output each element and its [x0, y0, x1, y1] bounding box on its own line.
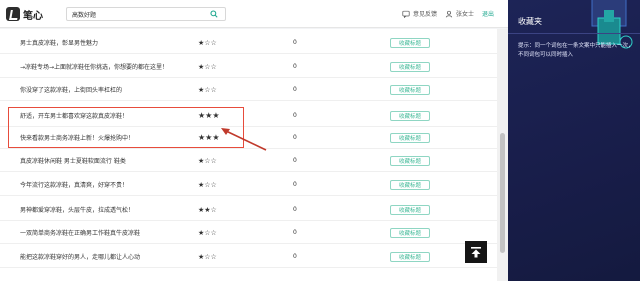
table-row: 今年流行这款凉鞋，真清爽，好穿不贵！ ★☆☆ 0 收藏标题 — [0, 174, 497, 196]
collect-title-button[interactable]: 收藏标题 — [390, 227, 430, 238]
highlight-box — [8, 107, 244, 148]
favorites-title: 收藏夹 — [518, 17, 542, 26]
row-title: 能把这款凉鞋穿好的男人，走哪儿都让人心动 — [20, 254, 141, 261]
row-rating: ★☆☆ — [198, 252, 217, 261]
row-title: 今年流行这款凉鞋，真清爽，好穿不贵！ — [20, 182, 129, 189]
row-rating: ★☆☆ — [198, 180, 217, 189]
table-row: →凉鞋专场→上面就凉鞋任你挑选，你想要的都在这里！ ★☆☆ 0 收藏标题 — [0, 56, 497, 78]
collect-title-button[interactable]: 收藏标题 — [390, 179, 430, 190]
row-count: 0 — [293, 134, 297, 141]
table-row: 男神都爱穿凉鞋，头层牛皮，拉成透气松！ ★★☆ 0 收藏标题 — [0, 199, 497, 221]
search-box — [66, 7, 226, 21]
row-rating: ★☆☆ — [198, 228, 217, 237]
table-row: 男士真皮凉鞋，彰显男性魅力 ★☆☆ 0 收藏标题 — [0, 32, 497, 54]
row-title: 你没穿了这款凉鞋，上街回头率杠杠的 — [20, 87, 123, 94]
collect-title-button[interactable]: 收藏标题 — [390, 204, 430, 215]
scrollbar[interactable] — [497, 29, 508, 281]
row-rating: ★☆☆ — [198, 156, 217, 165]
favorites-divider — [508, 33, 640, 34]
message-icon — [402, 10, 410, 18]
search-icon — [210, 10, 218, 18]
feedback-label: 意见反馈 — [412, 11, 437, 18]
row-rating: ★☆☆ — [198, 85, 217, 94]
logo-text: 笔心 — [23, 10, 43, 22]
table-row: 一双简单商务凉鞋在正确男工作鞋真牛皮凉鞋 ★☆☆ 0 收藏标题 — [0, 222, 497, 244]
row-count: 0 — [293, 86, 297, 93]
logo-icon — [6, 7, 20, 21]
collect-title-button[interactable]: 收藏标题 — [390, 155, 430, 166]
arrow-annotation — [221, 128, 267, 151]
arrow-up-icon — [471, 247, 481, 258]
collect-title-button[interactable]: 收藏标题 — [390, 132, 430, 143]
collect-title-button[interactable]: 收藏标题 — [390, 110, 430, 121]
collect-title-button[interactable]: 收藏标题 — [390, 251, 430, 262]
user-menu[interactable]: 张女士 — [445, 9, 474, 18]
row-count: 0 — [293, 181, 297, 188]
row-title: 男士真皮凉鞋，彰显男性魅力 — [20, 40, 99, 47]
row-count: 0 — [293, 39, 297, 46]
row-title: →凉鞋专场→上面就凉鞋任你挑选，你想要的都在这里！ — [20, 64, 169, 71]
top-right-actions: 意见反馈 张女士 退出 — [402, 9, 494, 18]
scroll-thumb[interactable] — [500, 133, 505, 253]
favorites-panel: 收藏夹 提示：同一个词包在一条文案中只能插入一次，不同词包可以同时插入 — [508, 0, 640, 281]
top-bar: 笔心 意见反馈 张女士 退出 — [0, 0, 508, 28]
title-list: 男士真皮凉鞋，彰显男性魅力 ★☆☆ 0 收藏标题 →凉鞋专场→上面就凉鞋任你挑选… — [0, 29, 497, 281]
row-title: 一双简单商务凉鞋在正确男工作鞋真牛皮凉鞋 — [20, 230, 141, 237]
collect-title-button[interactable]: 收藏标题 — [390, 37, 430, 48]
row-rating: ★☆☆ — [198, 62, 217, 71]
search-input[interactable] — [67, 8, 197, 20]
user-name: 张女士 — [455, 11, 474, 18]
row-count: 0 — [293, 63, 297, 70]
back-to-top-button[interactable] — [465, 241, 487, 263]
row-count: 0 — [293, 112, 297, 119]
logo[interactable]: 笔心 — [6, 6, 43, 22]
row-count: 0 — [293, 206, 297, 213]
row-title: 男神都爱穿凉鞋，头层牛皮，拉成透气松！ — [20, 207, 135, 214]
favorites-tip: 提示：同一个词包在一条文案中只能插入一次，不同词包可以同时插入 — [518, 43, 634, 58]
row-rating: ★☆☆ — [198, 38, 217, 47]
table-row: 你没穿了这款凉鞋，上街回头率杠杠的 ★☆☆ 0 收藏标题 — [0, 79, 497, 101]
row-rating: ★★☆ — [198, 205, 217, 214]
logout-link[interactable]: 退出 — [482, 9, 494, 18]
row-count: 0 — [293, 229, 297, 236]
row-title: 真皮凉鞋休闲鞋 男士夏鞋软面流行 鞋类 — [20, 158, 126, 165]
search-button[interactable] — [206, 6, 222, 22]
feedback-link[interactable]: 意见反馈 — [402, 9, 437, 18]
row-count: 0 — [293, 157, 297, 164]
row-count: 0 — [293, 253, 297, 260]
user-icon — [445, 10, 453, 18]
collect-title-button[interactable]: 收藏标题 — [390, 61, 430, 72]
table-row: 能把这款凉鞋穿好的男人，走哪儿都让人心动 ★☆☆ 0 收藏标题 — [0, 246, 497, 268]
collect-title-button[interactable]: 收藏标题 — [390, 84, 430, 95]
